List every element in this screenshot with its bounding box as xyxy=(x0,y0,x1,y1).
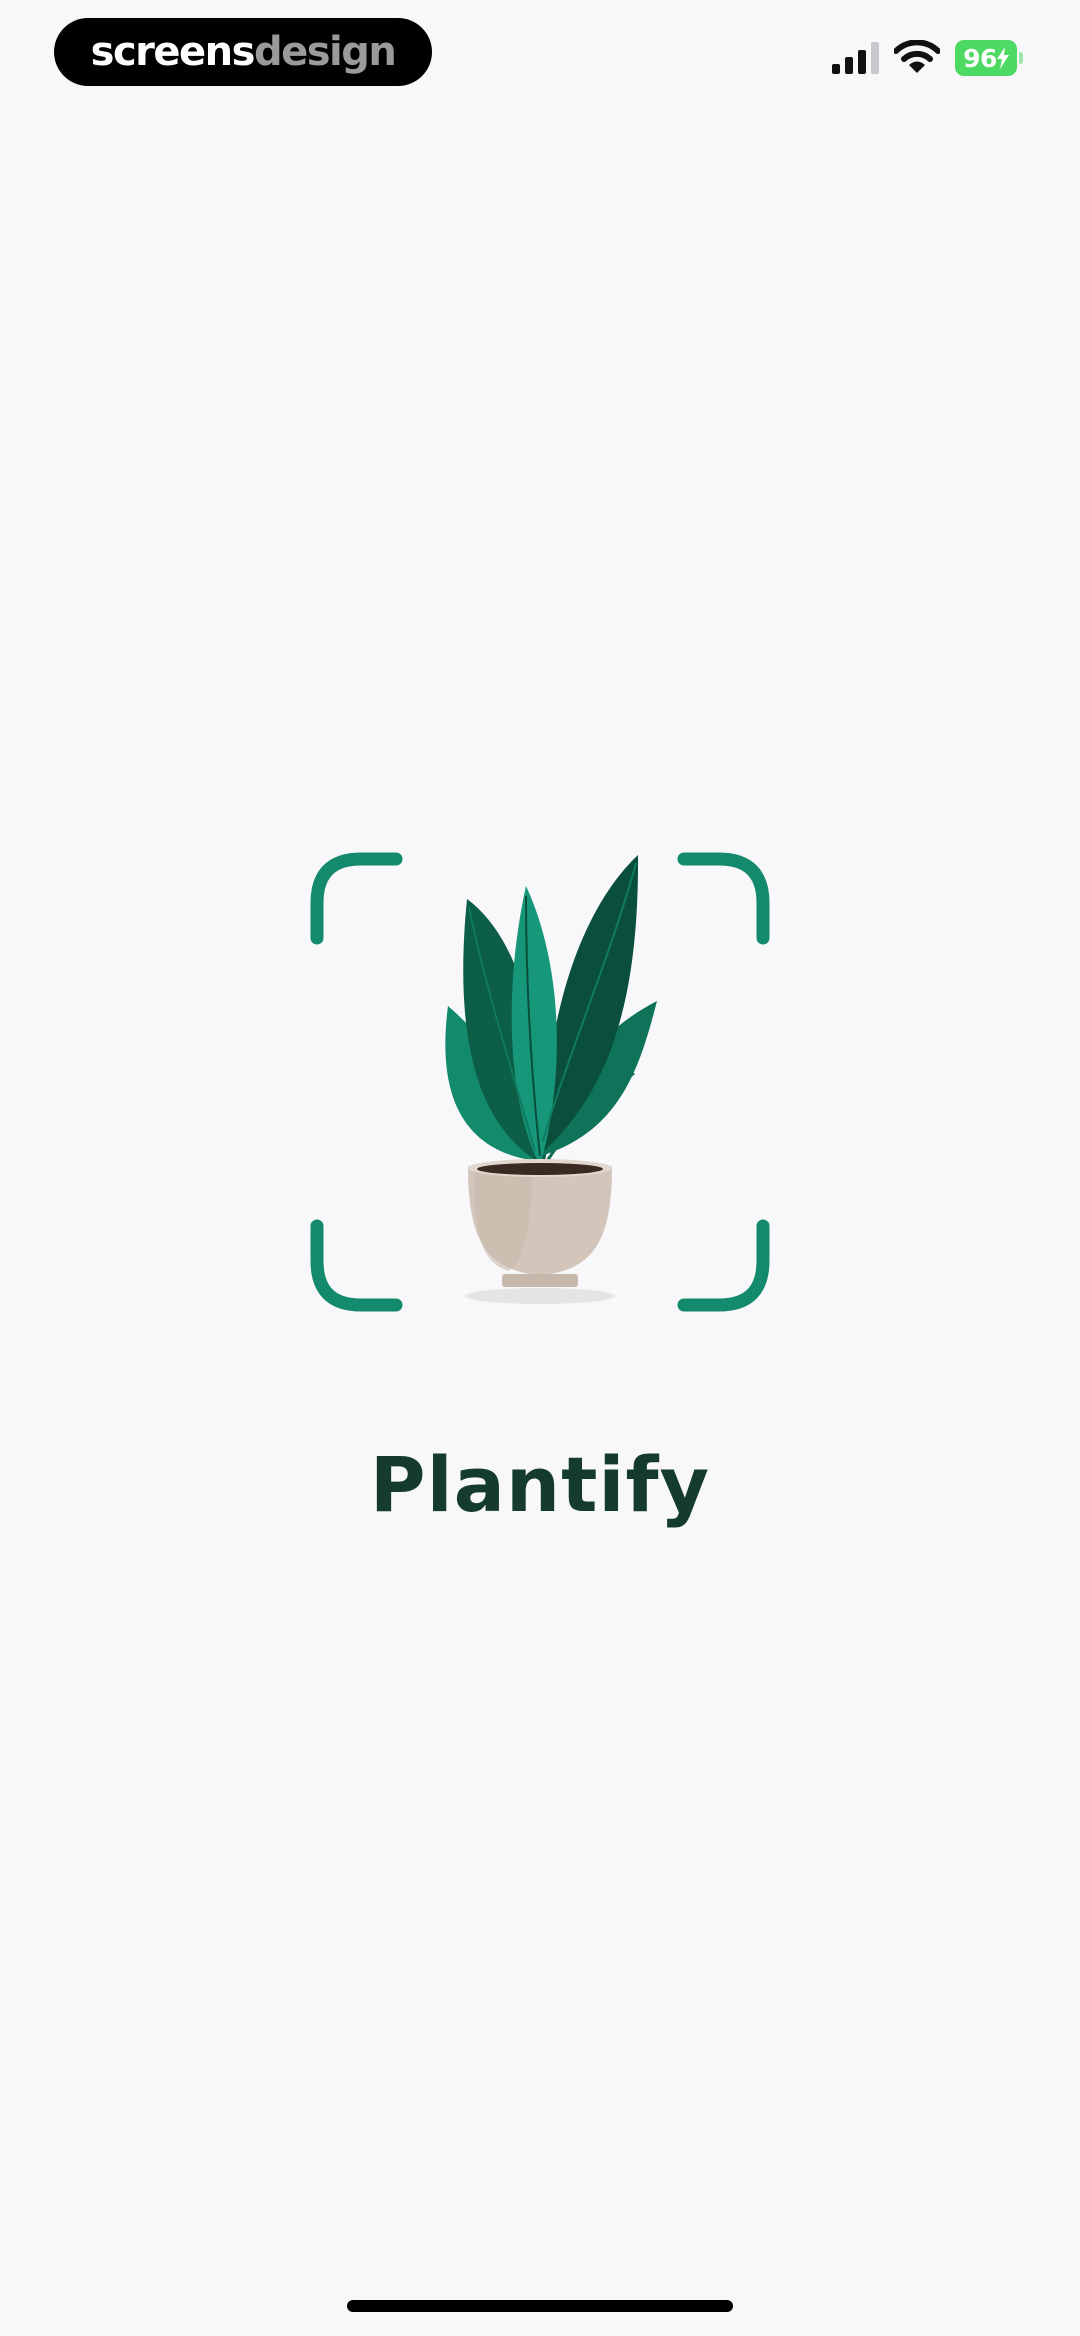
charging-bolt-icon xyxy=(996,47,1009,69)
brand-badge: screens design xyxy=(54,18,432,86)
scan-illustration xyxy=(310,852,770,1312)
brand-text-secondary: design xyxy=(253,29,397,75)
brand-text-primary: screens xyxy=(90,29,256,75)
battery-icon: 96 xyxy=(955,40,1023,76)
wifi-icon xyxy=(894,40,940,73)
splash-screen: screens design 96 Plantify xyxy=(0,0,1080,2336)
battery-tip xyxy=(1019,52,1023,64)
app-title: Plantify xyxy=(369,1440,711,1529)
battery-level: 96 xyxy=(955,40,1017,76)
signal-icon xyxy=(832,42,879,74)
potted-plant-icon xyxy=(445,855,657,1304)
home-indicator[interactable] xyxy=(347,2300,733,2312)
battery-percent: 96 xyxy=(963,43,997,73)
